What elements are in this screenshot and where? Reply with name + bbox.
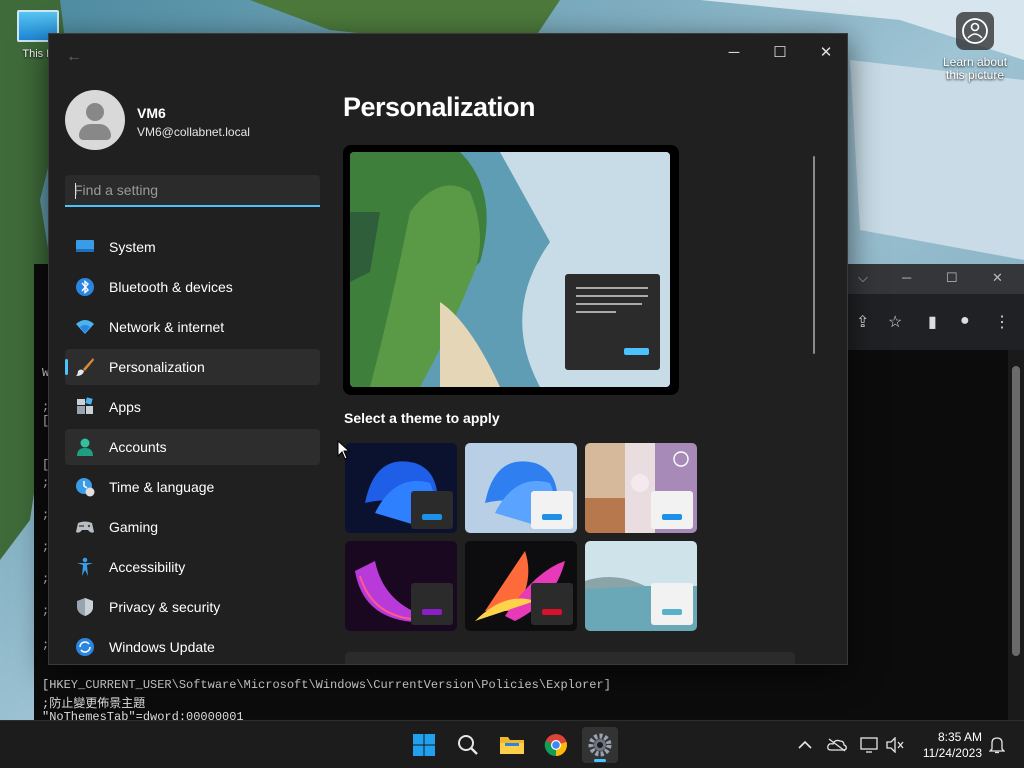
minimize-icon[interactable]: ─ [902, 270, 911, 285]
sidebar-item-label: Personalization [109, 359, 205, 375]
maximize-icon[interactable]: ☐ [946, 270, 958, 286]
settings-window: ← ─ ☐ ✕ VM6 VM6@collabnet.local System B… [48, 33, 848, 665]
sidebar-item-privacy[interactable]: Privacy & security [65, 589, 320, 625]
close-icon[interactable]: ✕ [992, 270, 1003, 286]
start-button[interactable] [406, 727, 442, 763]
theme-section-label: Select a theme to apply [344, 410, 500, 426]
volume-muted-icon[interactable] [884, 735, 906, 755]
clock-time: 8:35 AM [937, 730, 982, 744]
taskbar-search-button[interactable] [450, 727, 486, 763]
sidebar-item-label: Network & internet [109, 319, 225, 335]
sidebar-item-label: Apps [109, 399, 141, 415]
page-title: Personalization [343, 92, 536, 122]
sidebar-icon[interactable]: ▮ [928, 312, 937, 332]
profile-icon[interactable]: ● [960, 312, 970, 330]
bluetooth-icon [76, 278, 94, 296]
settings-card[interactable] [345, 652, 795, 664]
learn-about-label: Learn about this picture [942, 55, 1008, 82]
browser-titlebar: ⌵ ─ ☐ ✕ [848, 264, 1024, 294]
sidebar-item-time-language[interactable]: Time & language [65, 469, 320, 505]
start-icon [413, 734, 435, 756]
time-language-icon [76, 478, 95, 497]
registry-key-line: [HKEY_CURRENT_USER\Software\Microsoft\Wi… [42, 678, 611, 692]
system-icon [76, 240, 94, 252]
taskbar-clock[interactable]: 8:35 AM 11/24/2023 [912, 729, 982, 761]
settings-icon [588, 733, 612, 757]
onedrive-icon[interactable] [826, 735, 848, 755]
close-button[interactable]: ✕ [803, 38, 847, 68]
sidebar-item-label: Time & language [109, 479, 215, 495]
learn-about-picture-icon[interactable]: Learn about this picture [938, 12, 1012, 82]
display-icon[interactable] [858, 735, 880, 755]
clock-date: 11/24/2023 [922, 746, 982, 760]
preview-wallpaper-image [350, 152, 670, 387]
shield-icon [77, 598, 93, 616]
registry-comment-line: ;防止變更佈景主題 [42, 697, 146, 711]
active-indicator [594, 759, 606, 762]
theme-tile-glow[interactable] [345, 541, 457, 631]
user-name: VM6 [137, 105, 166, 121]
chevron-up-icon[interactable] [794, 735, 816, 755]
theme-tile-windows-spotlight[interactable] [585, 443, 697, 533]
chrome-button[interactable] [538, 727, 574, 763]
chevron-down-icon[interactable]: ⌵ [858, 270, 868, 286]
sidebar-item-label: Gaming [109, 519, 159, 535]
sidebar-item-accessibility[interactable]: Accessibility [65, 549, 320, 585]
gaming-icon [76, 521, 94, 533]
chrome-icon [544, 734, 567, 757]
sidebar-item-label: Windows Update [109, 639, 215, 655]
sidebar-item-label: Accounts [109, 439, 167, 455]
avatar[interactable] [65, 90, 125, 150]
sidebar-item-bluetooth[interactable]: Bluetooth & devices [65, 269, 320, 305]
sidebar-item-apps[interactable]: Apps [65, 389, 320, 425]
search-box[interactable] [65, 175, 320, 207]
camera-icon [956, 12, 994, 50]
taskbar: 8:35 AM 11/24/2023 [0, 720, 1024, 768]
minimize-button[interactable]: ─ [711, 38, 757, 68]
theme-tile-windows-light[interactable] [465, 443, 577, 533]
sidebar-item-personalization[interactable]: Personalization [65, 349, 320, 385]
back-arrow-icon[interactable]: ← [63, 46, 85, 68]
star-icon[interactable]: ☆ [888, 312, 902, 332]
apps-icon [77, 397, 93, 414]
file-explorer-icon [500, 737, 524, 754]
search-icon [458, 735, 478, 755]
search-input[interactable] [74, 182, 304, 198]
notification-bell-icon[interactable] [986, 735, 1008, 755]
menu-icon[interactable]: ⋮ [994, 312, 1010, 332]
sidebar-item-accounts[interactable]: Accounts [65, 429, 320, 465]
sidebar-item-network[interactable]: Network & internet [65, 309, 320, 345]
sidebar-item-label: Accessibility [109, 559, 186, 575]
mouse-cursor-icon [337, 440, 351, 460]
theme-preview [343, 145, 679, 395]
brush-icon [76, 358, 94, 376]
accessibility-icon [77, 557, 93, 576]
update-icon [76, 638, 94, 656]
sidebar-item-system[interactable]: System [65, 229, 320, 265]
user-email: VM6@collabnet.local [137, 125, 250, 139]
sidebar-item-label: Bluetooth & devices [109, 279, 233, 295]
content-scrollbar[interactable] [813, 156, 815, 354]
theme-tile-flow[interactable] [585, 541, 697, 631]
maximize-button[interactable]: ☐ [757, 38, 803, 68]
sidebar-item-windows-update[interactable]: Windows Update [65, 629, 320, 664]
sidebar-item-label: System [109, 239, 156, 255]
accounts-icon [77, 438, 93, 456]
terminal-scrollbar[interactable] [1008, 350, 1024, 722]
network-icon [76, 320, 94, 334]
settings-taskbar-button[interactable] [582, 727, 618, 763]
sidebar-item-label: Privacy & security [109, 599, 221, 615]
browser-window[interactable]: ⌵ ─ ☐ ✕ ⇪ ☆ ▮ ● ⋮ [848, 264, 1024, 350]
sidebar-item-gaming[interactable]: Gaming [65, 509, 320, 545]
theme-tile-windows-dark[interactable] [345, 443, 457, 533]
selection-indicator [65, 359, 68, 375]
share-icon[interactable]: ⇪ [856, 312, 869, 332]
theme-tile-captured-motion[interactable] [465, 541, 577, 631]
file-explorer-button[interactable] [494, 727, 530, 763]
